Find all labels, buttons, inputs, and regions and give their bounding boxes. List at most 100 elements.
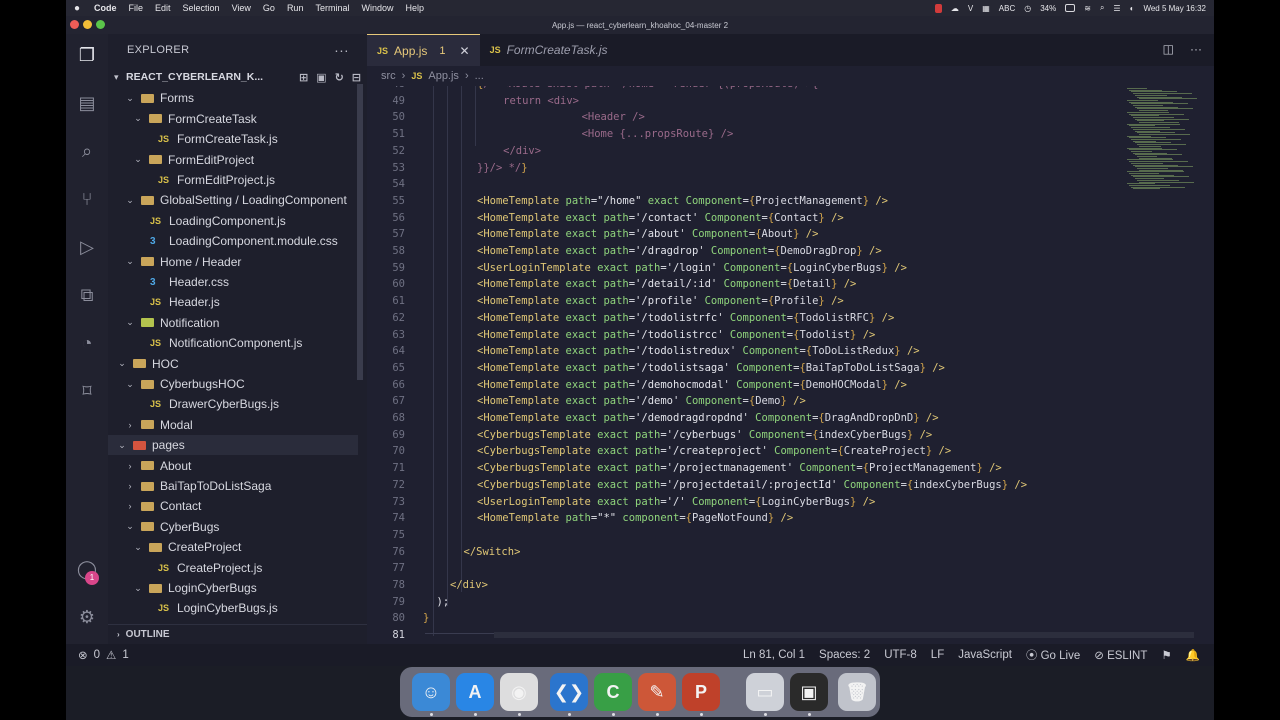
tree-item[interactable]: JS CreateProject.js [108, 558, 358, 578]
menu-code[interactable]: Code [88, 3, 123, 13]
search-icon[interactable]: ⌕ [76, 140, 98, 162]
menu-file[interactable]: File [123, 3, 150, 13]
input-source-label[interactable]: ABC [999, 4, 1015, 13]
outline-section[interactable]: › OUTLINE [108, 624, 367, 644]
terminal-dock-icon[interactable]: ▣ [790, 673, 828, 711]
menu-window[interactable]: Window [355, 3, 399, 13]
run-debug-icon[interactable]: ▷ [76, 236, 98, 258]
sidebar-scrollbar[interactable] [357, 84, 363, 380]
tab-formcreatetask-js[interactable]: JS FormCreateTask.js [480, 34, 618, 66]
collapse-all-icon[interactable]: ⊟ [352, 71, 361, 84]
chevron-down-icon[interactable]: ⌄ [132, 583, 144, 594]
menu-run[interactable]: Run [281, 3, 310, 13]
tree-item[interactable]: ⌄ pages [108, 435, 358, 456]
control-center-icon[interactable]: ☰ [1113, 4, 1120, 13]
menubar-datetime[interactable]: Wed 5 May 16:32 [1143, 4, 1206, 13]
tree-item[interactable]: ⌄ FormCreateTask [108, 109, 358, 129]
git-graph-icon[interactable]: ◔ [76, 332, 98, 354]
tab-app-js[interactable]: JS App.js 1 ✕ [367, 34, 480, 66]
eslint-status[interactable]: ⊘ ESLINT [1094, 648, 1147, 662]
spotlight-icon[interactable]: ⌕ [1100, 3, 1104, 13]
chevron-down-icon[interactable]: ⌄ [124, 195, 136, 206]
explorer-icon[interactable]: ❐ [76, 44, 98, 66]
user-icon[interactable]: ◐ [1130, 4, 1135, 13]
trash-dock-icon[interactable]: 🗑 [838, 673, 876, 711]
chevron-down-icon[interactable]: ⌄ [116, 440, 128, 451]
tree-item[interactable]: JS LoginCyberBugs.js [108, 598, 358, 618]
vpn-icon[interactable]: V [968, 4, 973, 13]
tree-item[interactable]: ›Editor [108, 84, 358, 88]
source-control-icon[interactable]: ⑂ [76, 188, 98, 210]
feedback-icon[interactable]: ⚑ [1161, 648, 1171, 662]
app-store-dock-icon[interactable]: A [456, 673, 494, 711]
tree-item[interactable]: ⌄ Notification [108, 313, 358, 333]
more-actions-icon[interactable]: ··· [1190, 42, 1202, 56]
tree-item[interactable]: ⌄ Home / Header [108, 252, 358, 272]
encoding[interactable]: UTF-8 [884, 649, 917, 661]
cloud-icon[interactable]: ☁ [951, 4, 959, 13]
tree-item[interactable]: ⌄ CyberbugsHOC [108, 374, 358, 394]
screenshots-dock-icon[interactable]: ▭ [746, 673, 784, 711]
minimize-window-button[interactable] [83, 20, 92, 29]
chevron-down-icon[interactable]: ⌄ [132, 154, 144, 165]
battery-icon[interactable] [1065, 4, 1076, 12]
vscode-dock-icon[interactable]: ❮❯ [550, 673, 588, 711]
chevron-right-icon[interactable]: › [124, 481, 136, 491]
tree-item[interactable]: › Contact [108, 496, 358, 516]
apple-menu-icon[interactable]: ● [66, 3, 88, 14]
wifi-icon[interactable]: ≋ [1084, 4, 1091, 13]
bookmarks-icon[interactable]: ⌑ [76, 380, 98, 402]
code-view[interactable]: 48 {/* <Route exact path='/home' render={… [367, 86, 1127, 644]
camtasia-dock-icon[interactable]: C [594, 673, 632, 711]
chevron-down-icon[interactable]: ⌄ [124, 256, 136, 267]
chevron-down-icon[interactable]: ▾ [114, 72, 126, 83]
clock-icon[interactable]: ◷ [1024, 4, 1031, 13]
go-live-button[interactable]: ⦿ Go Live [1026, 647, 1080, 663]
tree-item[interactable]: JS LoadingComponent.js [108, 211, 358, 231]
extensions-icon[interactable]: ⧉ [76, 284, 98, 306]
tree-item[interactable]: › BaiTapToDoListSaga [108, 476, 358, 496]
tree-item[interactable]: › Modal [108, 415, 358, 435]
menu-terminal[interactable]: Terminal [309, 3, 355, 13]
refresh-icon[interactable]: ↻ [335, 71, 344, 84]
new-folder-icon[interactable]: ▣ [316, 71, 326, 84]
tree-item[interactable]: ⌄ GlobalSetting / LoadingComponent [108, 190, 358, 210]
record-icon[interactable] [934, 3, 942, 13]
chevron-right-icon[interactable]: › [124, 420, 136, 430]
new-file-icon[interactable]: ⊞ [299, 71, 308, 84]
tree-item[interactable]: ⌄ HOC [108, 354, 358, 374]
tree-item[interactable]: 3 LoadingComponent.module.css [108, 231, 358, 251]
breadcrumb-src[interactable]: src [381, 70, 396, 82]
powerpoint-dock-icon[interactable]: P [682, 673, 720, 711]
breadcrumb-symbol[interactable]: ... [475, 70, 484, 82]
breadcrumb-file[interactable]: App.js [428, 70, 459, 82]
chevron-right-icon[interactable]: › [117, 630, 120, 639]
menu-view[interactable]: View [226, 3, 257, 13]
tree-item[interactable]: JS NotificationComponent.js [108, 333, 358, 353]
zoom-window-button[interactable] [96, 20, 105, 29]
menu-help[interactable]: Help [399, 3, 430, 13]
chevron-down-icon[interactable]: ⌄ [124, 93, 136, 104]
tree-item[interactable]: JS FormCreateTask.js [108, 129, 358, 149]
notifications-bell-icon[interactable]: 🔔 [1186, 648, 1200, 662]
split-editor-icon[interactable]: ◫ [1163, 42, 1174, 56]
chevron-down-icon[interactable]: ⌄ [132, 113, 144, 124]
chevron-right-icon[interactable]: › [124, 501, 136, 511]
cursor-position[interactable]: Ln 81, Col 1 [743, 649, 805, 661]
menu-edit[interactable]: Edit [149, 3, 177, 13]
language-mode[interactable]: JavaScript [958, 649, 1012, 661]
tree-item[interactable]: JS DrawerCyberBugs.js [108, 394, 358, 414]
close-tab-icon[interactable]: ✕ [460, 44, 470, 58]
indentation[interactable]: Spaces: 2 [819, 649, 870, 661]
tree-item[interactable]: › About [108, 456, 358, 476]
chevron-down-icon[interactable]: ⌄ [116, 358, 128, 369]
finder-dock-icon[interactable]: ☺ [412, 673, 450, 711]
chevron-down-icon[interactable]: ⌄ [124, 317, 136, 328]
battery-percent[interactable]: 34% [1040, 4, 1056, 13]
chrome-dock-icon[interactable]: ◉ [500, 673, 538, 711]
tree-item[interactable]: ⌄ CreateProject [108, 537, 358, 557]
chevron-down-icon[interactable]: ⌄ [132, 542, 144, 553]
more-actions-icon[interactable]: ··· [334, 42, 349, 58]
chevron-down-icon[interactable]: ⌄ [124, 379, 136, 390]
keyboard-icon[interactable]: ▦ [982, 4, 990, 13]
